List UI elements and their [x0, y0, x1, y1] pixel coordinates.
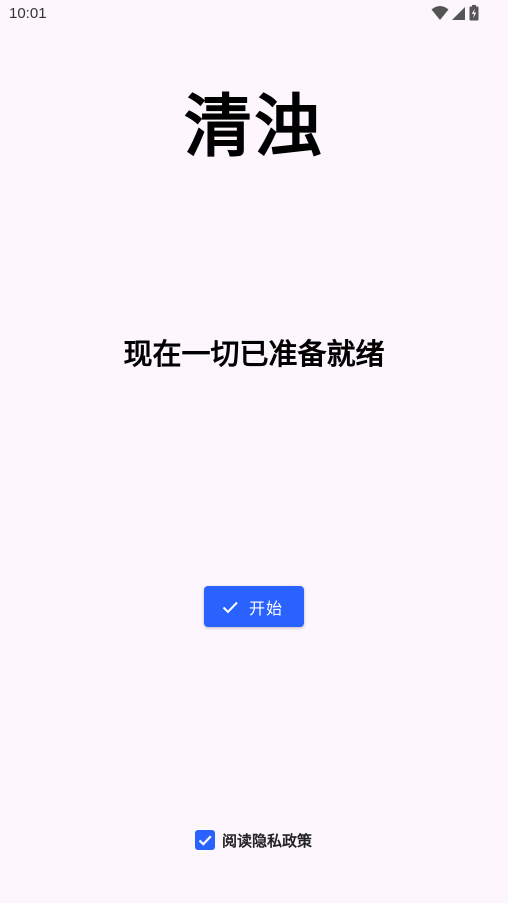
checkmark-icon — [198, 835, 212, 846]
privacy-policy-label[interactable]: 阅读隐私政策 — [222, 830, 312, 851]
privacy-checkbox[interactable] — [195, 830, 215, 850]
status-icons — [431, 5, 479, 21]
check-icon — [221, 598, 239, 616]
wifi-icon — [431, 5, 449, 21]
status-bar: 10:01 — [0, 0, 508, 28]
privacy-policy-checkbox-row[interactable]: 阅读隐私政策 — [195, 829, 312, 851]
status-time: 10:01 — [9, 5, 47, 22]
start-button[interactable]: 开始 — [204, 586, 304, 627]
battery-charging-icon — [469, 5, 479, 21]
signal-icon — [452, 5, 466, 21]
ready-message: 现在一切已准备就绪 — [123, 337, 385, 371]
app-title: 清浊 — [183, 88, 324, 167]
start-button-label: 开始 — [248, 598, 283, 618]
